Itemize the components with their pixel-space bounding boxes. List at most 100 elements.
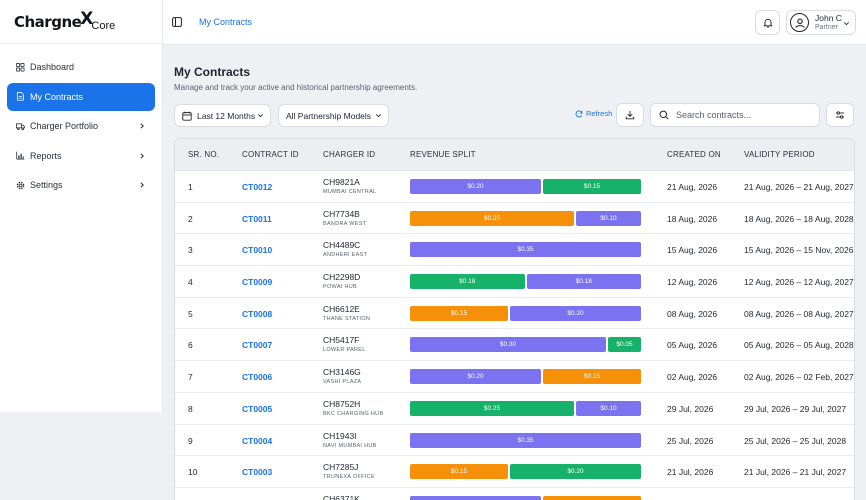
sidebar-item-label: Charger Portfolio [30, 121, 99, 131]
search-icon [659, 110, 669, 120]
breadcrumb[interactable]: My Contracts [199, 17, 252, 27]
chevron-down-icon [376, 114, 381, 118]
filter-button[interactable] [826, 103, 854, 127]
contract-id-link[interactable]: CT0006 [242, 372, 272, 382]
contract-id-link[interactable]: CT0003 [242, 467, 272, 477]
created-on: 25 Jul, 2026 [667, 435, 714, 446]
created-on: 21 Jul, 2026 [667, 467, 714, 478]
revenue-split-segment: $0.20 [410, 369, 541, 385]
sidebar-item-settings[interactable]: Settings [7, 171, 155, 199]
contract-id-link[interactable]: CT0010 [242, 245, 272, 255]
validity-period: 12 Aug, 2026 – 12 Aug, 2027 [744, 277, 854, 288]
truck-icon [16, 122, 25, 130]
validity-period: 29 Jul, 2026 – 29 Jul, 2027 [744, 403, 847, 414]
contract-id-link[interactable]: CT0007 [242, 340, 272, 350]
table-row[interactable]: 3 CT0010 CH4489C ANDHERI EAST $0.35 15 Aug, 2… [175, 234, 854, 267]
sidebar-item-label: My Contracts [30, 91, 84, 102]
charger-cell: CH2298D POWAI HUB [323, 272, 360, 290]
charger-location: NAVI MUMBAI HUB [323, 442, 377, 449]
charger-cell: CH6371K [323, 494, 360, 500]
charger-cell: CH8752H BKC CHARGING HUB [323, 399, 383, 417]
revenue-split-segment: $0.30 [410, 337, 606, 353]
revenue-split-bar: $0.25 $0.10 [410, 400, 641, 416]
table-row[interactable]: 10 CT0003 CH7285J TRUNEXA OFFICE $0.15 $0.20 2… [175, 456, 854, 488]
bell-icon [763, 18, 772, 28]
header-revenue-split: REVENUE SPLIT [410, 150, 476, 159]
revenue-split-segment: $0.05 [608, 337, 641, 353]
revenue-split-segment: $0.20 [410, 495, 541, 500]
sidebar-item-charger-portfolio[interactable]: Charger Portfolio [7, 112, 155, 140]
charger-id: CH6371K [323, 493, 360, 500]
user-menu[interactable]: John C Partner [786, 10, 856, 35]
revenue-split-segment: $0.15 [410, 464, 508, 480]
contract-id-link[interactable]: CT0009 [242, 277, 272, 287]
sr-no: 6 [188, 340, 193, 351]
sr-no: 3 [188, 245, 193, 256]
search-input[interactable] [676, 110, 816, 120]
download-button[interactable] [616, 103, 644, 127]
sidebar-item-reports[interactable]: Reports [7, 142, 155, 170]
validity-period: 02 Aug, 2026 – 02 Feb, 2027 [744, 372, 854, 383]
table-row[interactable]: 5 CT0008 CH6612E THANE STATION $0.15 $0.20 08 … [175, 298, 854, 330]
validity-period: 18 Aug, 2026 – 18 Aug, 2028 [744, 213, 854, 224]
charger-location: BKC CHARGING HUB [323, 410, 384, 417]
revenue-split-segment: $0.18 [526, 274, 641, 290]
sr-no: 7 [188, 372, 193, 383]
table-row[interactable]: 6 CT0007 CH5417F LOWER PAREL $0.30 $0.05 05 Au… [175, 329, 854, 362]
refresh-label: Refresh [586, 109, 613, 118]
chevron-right-icon [140, 182, 144, 188]
partnership-model-select[interactable]: All Partnership Models [278, 104, 389, 127]
table-row[interactable]: 2 CT0011 CH7734B BANDRA WEST $0.25 $0.10 18 Au… [175, 203, 854, 235]
sidebar-item-label: Settings [30, 180, 63, 190]
charger-id: CH4489C [323, 240, 361, 251]
created-on: 29 Jul, 2026 [667, 403, 714, 414]
charger-id: CH7285J [323, 462, 359, 473]
refresh-button[interactable]: Refresh [575, 109, 612, 118]
charger-id: CH3146G [323, 367, 361, 378]
header-validity-period: VALIDITY PERIOD [744, 150, 815, 159]
sidebar-toggle-icon[interactable] [172, 17, 182, 27]
validity-period: 25 Jul, 2026 – 25 Jul, 2028 [744, 435, 847, 446]
revenue-split-bar: $0.35 [410, 432, 641, 448]
table-row[interactable]: 1 CT0012 CH9821A MUMBAI CENTRAL $0.20 $0.15 21… [175, 171, 854, 203]
header-contract-id: CONTRACT ID [242, 150, 299, 159]
revenue-split-bar: $0.18 $0.18 [410, 274, 641, 290]
chevron-right-icon [140, 152, 144, 159]
table-row[interactable]: 7 CT0006 CH3146G VASHI PLAZA $0.20 $0.15 02 Au… [175, 361, 854, 393]
contract-id-link[interactable]: CT0004 [242, 436, 272, 446]
table-row[interactable]: 8 CT0005 CH8752H BKC CHARGING HUB $0.25 $0.10… [175, 393, 854, 425]
revenue-split-bar: $0.35 [410, 242, 641, 258]
charger-location: ANDHERI EAST [323, 252, 368, 259]
revenue-split-bar: $0.20$0.15 [410, 369, 641, 385]
revenue-split-bar: $0.20$0.15 [410, 179, 641, 194]
notifications-button[interactable] [755, 10, 780, 35]
topbar: My Contracts John C Partner [163, 0, 866, 45]
page-title: My Contracts [174, 65, 251, 79]
table-row[interactable]: 9 CT0004 CH1943I NAVI MUMBAI HUB $0.35 25 Jul… [175, 425, 854, 457]
sr-no: 5 [188, 308, 193, 319]
contract-id-link[interactable]: CT0005 [242, 404, 272, 414]
bar-chart-icon [16, 151, 25, 160]
contract-id-link[interactable]: CT0012 [242, 182, 272, 192]
created-on: 12 Aug, 2026 [667, 277, 718, 288]
search-box[interactable] [650, 103, 820, 127]
period-select[interactable]: Last 12 Months [174, 104, 271, 127]
charger-cell: CH1943I NAVI MUMBAI HUB [323, 431, 377, 449]
contract-id-link[interactable]: CT0011 [242, 214, 272, 224]
charger-cell: CH4489C ANDHERI EAST [323, 240, 367, 258]
table-row[interactable]: 11CT0002CH6371K$0.20$0.1517 Jul, 202617 … [175, 488, 854, 500]
chevron-right-icon [140, 123, 144, 129]
brand-logo[interactable]: Chargne X Core [0, 0, 162, 44]
charger-id: CH5417F [323, 335, 360, 346]
partnership-model-value: All Partnership Models [286, 110, 372, 121]
table-row[interactable]: 4 CT0009 CH2298D POWAI HUB $0.18 $0.18 12 Aug,… [175, 266, 854, 298]
sidebar-item-dashboard[interactable]: Dashboard [7, 53, 155, 81]
download-icon [625, 111, 635, 120]
avatar [790, 13, 809, 32]
document-icon [16, 92, 24, 101]
sr-no: 1 [188, 182, 193, 192]
sidebar-item-my-contracts[interactable]: My Contracts [7, 82, 155, 111]
created-on: 15 Aug, 2026 [667, 245, 718, 256]
contract-id-link[interactable]: CT0008 [242, 309, 272, 319]
revenue-split-bar: $0.15 $0.20 [410, 464, 641, 480]
